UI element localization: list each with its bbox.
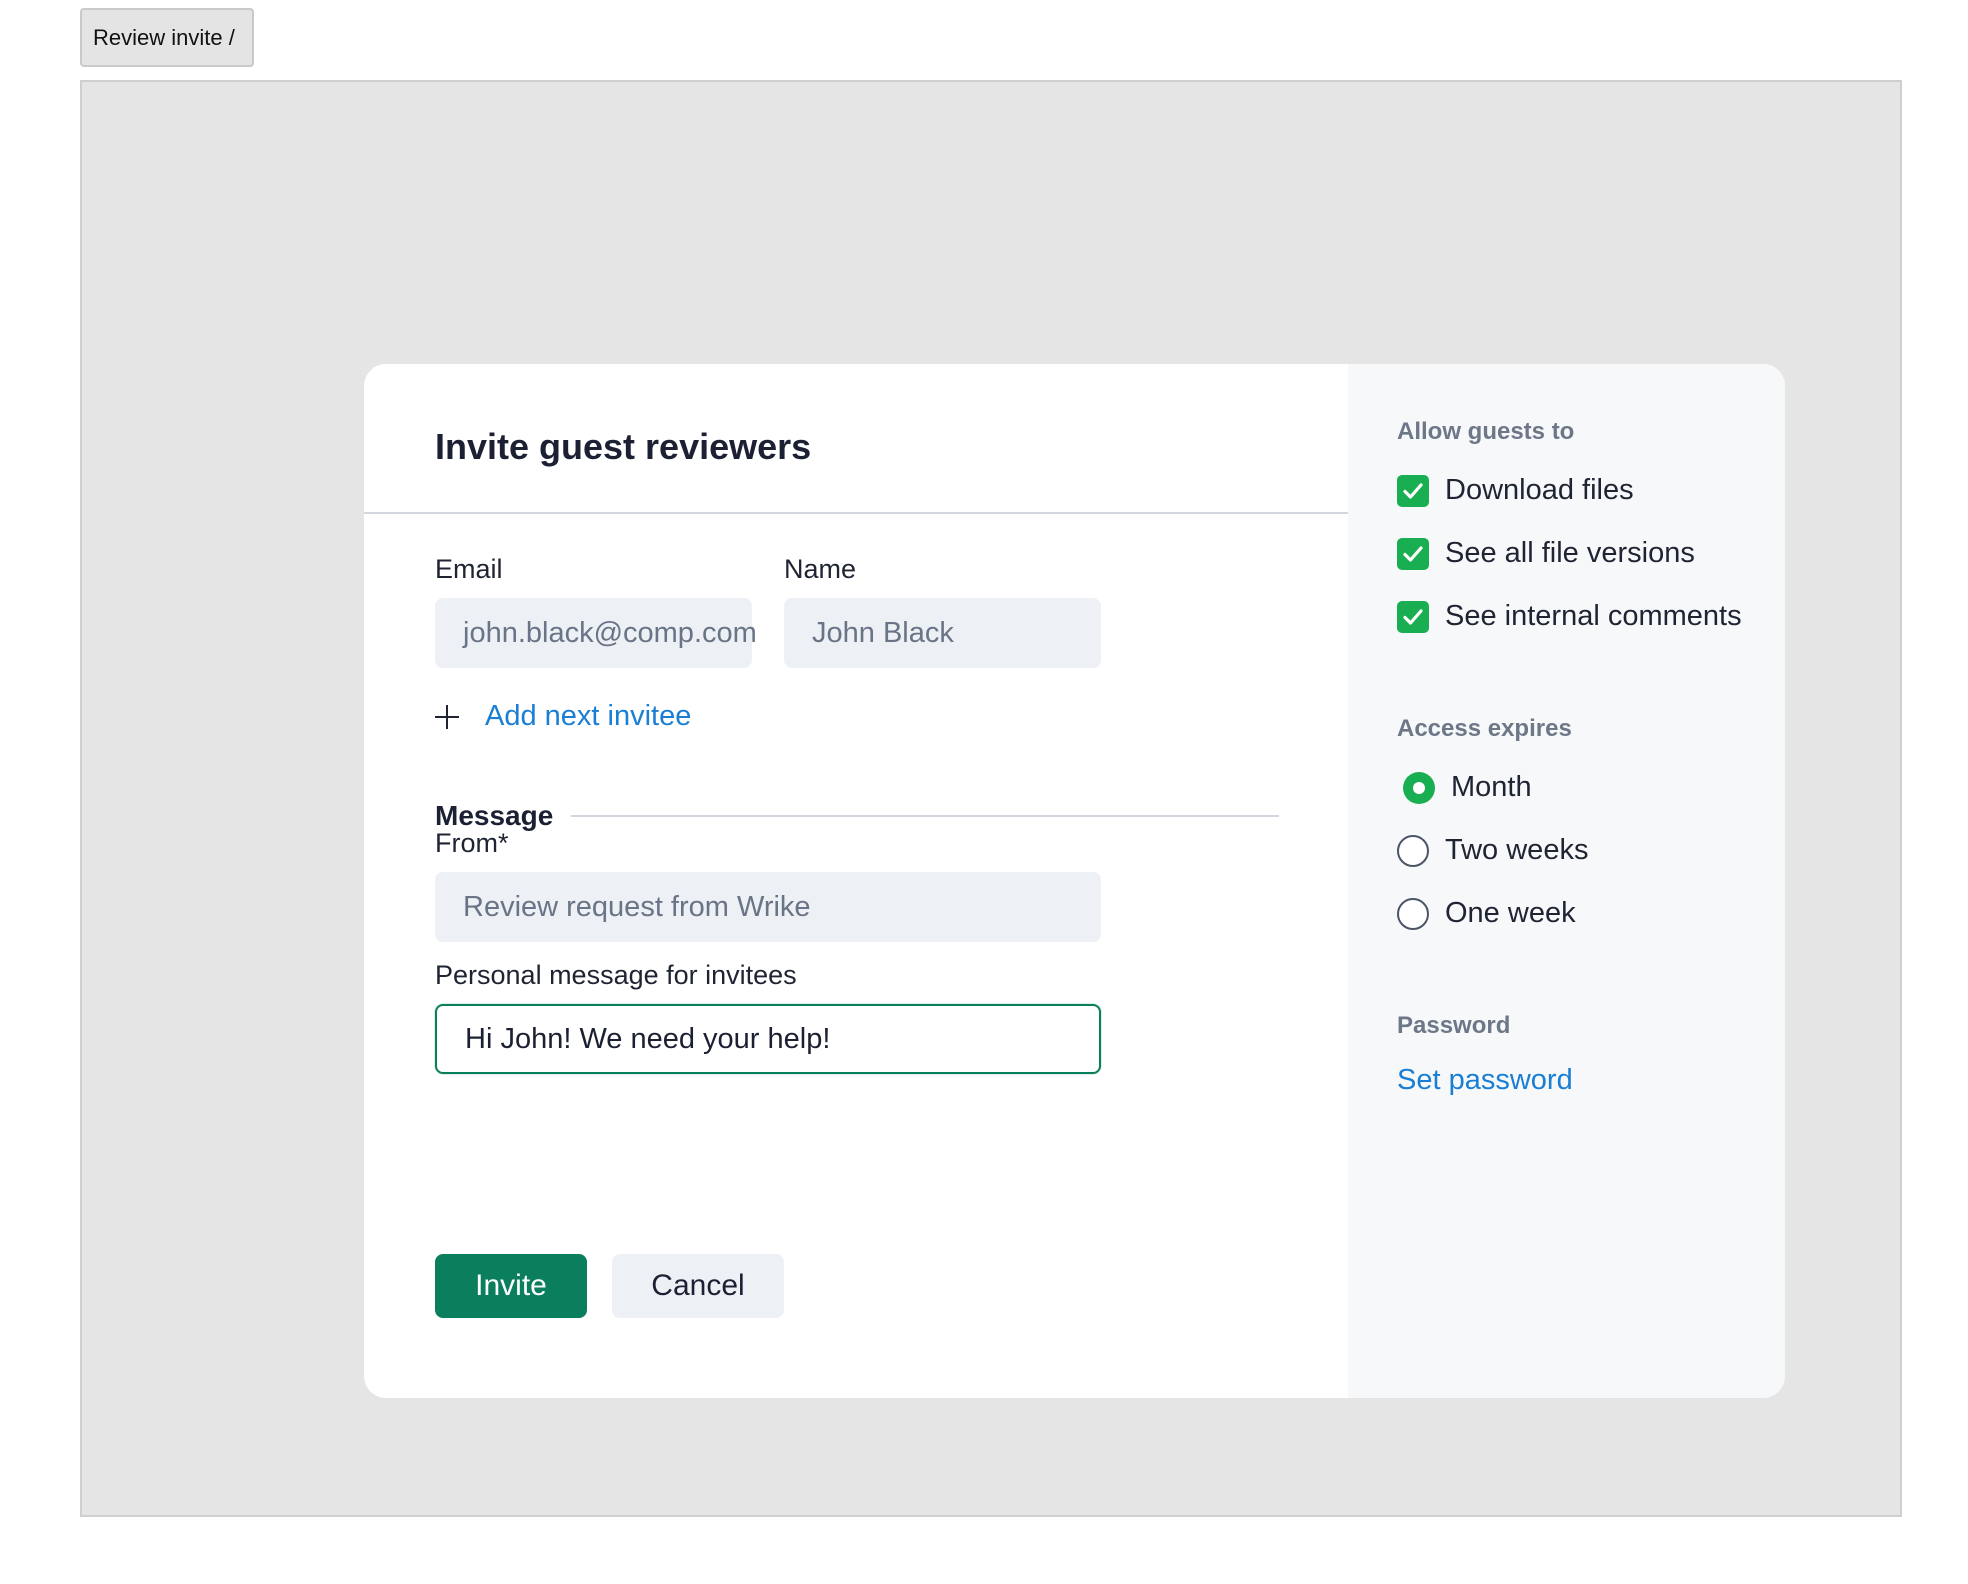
add-invitee-label: Add next invitee	[485, 700, 692, 732]
set-password-link[interactable]: Set password	[1397, 1064, 1785, 1097]
personal-message-field[interactable]: Hi John! We need your help!	[435, 1004, 1101, 1074]
from-field[interactable]: Review request from Wrike	[435, 872, 1101, 942]
checkbox-checked-icon[interactable]	[1397, 537, 1429, 570]
permission-download-files[interactable]: Download files	[1397, 474, 1785, 507]
guest-settings-panel: Allow guests to Download files See all f…	[1348, 364, 1785, 1398]
section-divider	[571, 815, 1279, 817]
add-invitee-button[interactable]: Add next invitee	[435, 700, 691, 733]
expiry-option-label: Month	[1451, 771, 1532, 803]
name-field[interactable]: John Black	[784, 598, 1101, 668]
expiry-option-label: One week	[1445, 897, 1576, 929]
email-label: Email	[435, 554, 503, 584]
invite-button[interactable]: Invite	[435, 1254, 587, 1318]
breadcrumb-button[interactable]: Review invite /	[80, 8, 254, 67]
expiry-option-one-week[interactable]: One week	[1397, 897, 1785, 930]
personal-message-label: Personal message for invitees	[435, 960, 797, 990]
permission-internal-comments[interactable]: See internal comments	[1397, 600, 1785, 633]
radio-selected-icon[interactable]	[1403, 771, 1435, 804]
permission-label: See all file versions	[1445, 537, 1695, 569]
cancel-button[interactable]: Cancel	[612, 1254, 784, 1318]
dialog-title: Invite guest reviewers	[435, 426, 812, 467]
checkbox-checked-icon[interactable]	[1397, 600, 1429, 633]
radio-unselected-icon[interactable]	[1397, 897, 1429, 930]
from-label: From*	[435, 828, 509, 858]
message-section-header: Message	[435, 800, 1279, 832]
expiry-option-two-weeks[interactable]: Two weeks	[1397, 834, 1785, 867]
permissions-heading: Allow guests to	[1397, 418, 1575, 445]
checkbox-checked-icon[interactable]	[1397, 474, 1429, 507]
expiry-option-label: Two weeks	[1445, 834, 1589, 866]
plus-icon	[435, 704, 459, 729]
radio-unselected-icon[interactable]	[1397, 834, 1429, 867]
permission-see-versions[interactable]: See all file versions	[1397, 537, 1785, 570]
modal-overlay: Invite guest reviewers Email Name john.b…	[80, 80, 1902, 1517]
expiry-heading: Access expires	[1397, 715, 1572, 742]
expiry-option-month[interactable]: Month	[1397, 771, 1785, 804]
password-heading: Password	[1397, 1012, 1511, 1039]
permission-label: Download files	[1445, 474, 1634, 506]
email-field[interactable]: john.black@comp.com	[435, 598, 757, 668]
name-label: Name	[784, 554, 857, 584]
invite-dialog: Invite guest reviewers Email Name john.b…	[364, 364, 1785, 1398]
permission-label: See internal comments	[1445, 600, 1742, 632]
invite-form: Invite guest reviewers Email Name john.b…	[364, 364, 1348, 1398]
header-divider	[364, 512, 1348, 514]
